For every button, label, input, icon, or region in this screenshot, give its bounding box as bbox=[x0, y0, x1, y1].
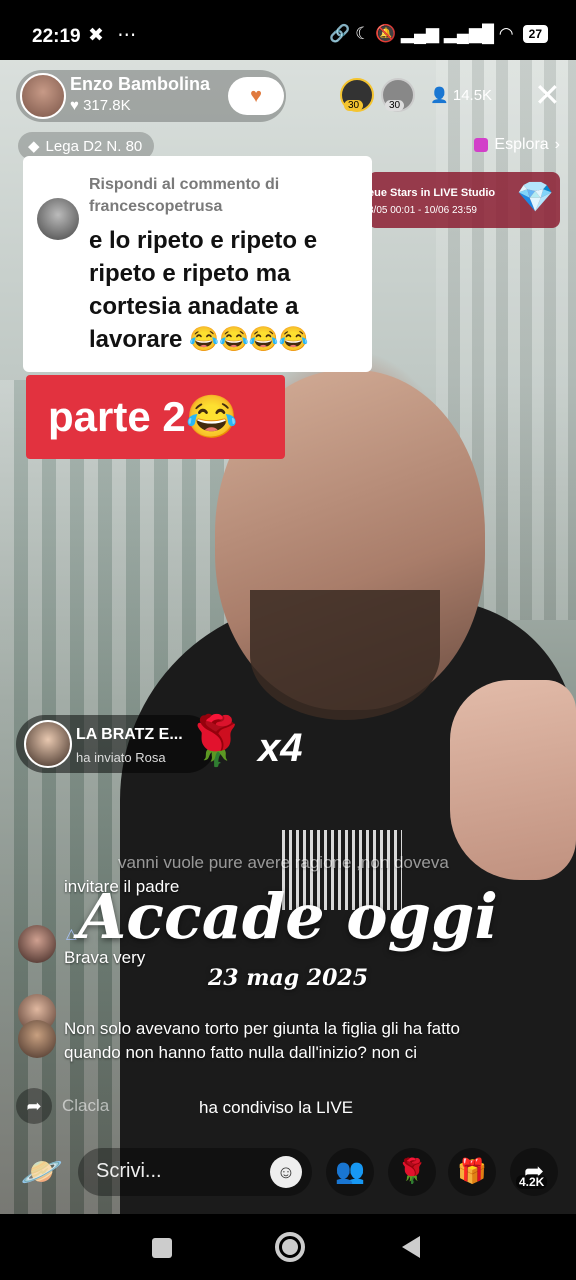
rose-gift-icon[interactable]: 🌹 bbox=[388, 1148, 436, 1196]
person-icon: 👤 bbox=[430, 87, 453, 104]
emoji-icon[interactable]: ☺ bbox=[270, 1156, 302, 1188]
streamer-beard bbox=[250, 590, 440, 720]
share-icon: ➦ bbox=[16, 1088, 52, 1124]
comment-text: quando non hanno fatto nulla dall'inizio… bbox=[64, 1043, 417, 1062]
reply-comment-text: e lo ripeto e ripeto e ripeto e ripeto m… bbox=[89, 227, 318, 353]
back-icon[interactable] bbox=[402, 1236, 420, 1258]
gift-sender-name: LA BRATZ E... bbox=[76, 726, 183, 743]
gift-sender-avatar[interactable] bbox=[24, 720, 72, 768]
event-title: eue Stars in LIVE Studio bbox=[368, 187, 496, 199]
recents-icon[interactable] bbox=[152, 1238, 172, 1258]
share-notice: ➦ Clacla bbox=[16, 1088, 109, 1124]
viewer-badge: 30 bbox=[344, 100, 364, 111]
league-label: Lega D2 N. 80 bbox=[45, 137, 143, 155]
reply-header: Rispondi al commento di francescopetrusa bbox=[89, 176, 280, 215]
gift-count: x4 bbox=[258, 726, 303, 770]
event-banner[interactable]: eue Stars in LIVE Studio 3/05 00:01 - 10… bbox=[368, 172, 560, 228]
viewer-badge: 30 bbox=[385, 100, 405, 111]
comment-text: vanni vuole pure avere ragione ,non dove… bbox=[118, 853, 449, 872]
reply-comment-card: Rispondi al commento di francescopetrusa… bbox=[23, 156, 372, 372]
host-name[interactable]: Enzo Bambolina bbox=[70, 74, 210, 95]
gift-icon[interactable]: 🎁 bbox=[448, 1148, 496, 1196]
home-icon-inner bbox=[282, 1239, 298, 1255]
comment-input-placeholder[interactable]: Scrivi... bbox=[96, 1160, 162, 1183]
viewer-count-value: 14.5K bbox=[452, 87, 493, 104]
overlay-date: 23 mag 2025 bbox=[207, 965, 369, 991]
diamond-icon: ◆ bbox=[28, 138, 40, 155]
live-stream-screen: 22:19 ✖ ⋯ 🔗 ☾ 🔕 ▂▄▆ ▂▄▆█ ◠ 27 Enzo Bambo… bbox=[0, 0, 576, 1280]
streamer-hand bbox=[450, 680, 576, 880]
host-likes: ♥ 317.8K bbox=[70, 97, 131, 114]
host-avatar[interactable] bbox=[20, 73, 66, 119]
event-dates: 3/05 00:01 - 10/06 23:59 bbox=[368, 205, 477, 216]
rose-icon: 🌹 bbox=[186, 715, 246, 768]
share-user: Clacla bbox=[62, 1096, 110, 1115]
system-status-icons: 🔗 ☾ 🔕 ▂▄▆ ▂▄▆█ ◠ bbox=[329, 24, 514, 43]
explore-icon bbox=[474, 138, 489, 152]
commenter-avatar bbox=[37, 198, 79, 240]
caption-sticker: parte 2😂 bbox=[26, 375, 285, 459]
follow-button[interactable]: ♥ bbox=[228, 77, 284, 115]
commenter-avatar[interactable] bbox=[18, 1020, 56, 1058]
status-time: 22:19 bbox=[32, 26, 81, 47]
chevron-right-icon: › bbox=[554, 136, 560, 153]
system-icons: 🔗 ☾ 🔕 ▂▄▆ ▂▄▆█ ◠ 27 bbox=[329, 24, 548, 44]
battery-icon: 27 bbox=[522, 25, 548, 43]
explore-button[interactable]: Esplora › bbox=[474, 136, 560, 154]
share-count: 4.2K bbox=[516, 1175, 548, 1189]
notification-icons: ✖ ⋯ bbox=[88, 25, 141, 46]
share-action: ha condiviso la LIVE bbox=[199, 1098, 354, 1117]
planet-icon[interactable]: 🪐 bbox=[20, 1150, 64, 1194]
multi-guest-icon[interactable]: 👥 bbox=[326, 1148, 374, 1196]
viewer-count[interactable]: 👤 14.5K bbox=[430, 86, 492, 104]
status-bar: 22:19 ✖ ⋯ 🔗 ☾ 🔕 ▂▄▆ ▂▄▆█ ◠ 27 bbox=[0, 0, 576, 60]
heart-plus-icon: ♥ bbox=[250, 84, 262, 107]
close-button[interactable]: ✕ bbox=[534, 79, 561, 111]
gift-action: ha inviato Rosa bbox=[76, 750, 166, 765]
overlay-title: Accade oggi bbox=[78, 880, 498, 953]
comment-text: Non solo avevano torto per giunta la fig… bbox=[64, 1019, 460, 1038]
gem-icon: 💎 bbox=[516, 181, 554, 214]
explore-label: Esplora bbox=[494, 136, 549, 153]
